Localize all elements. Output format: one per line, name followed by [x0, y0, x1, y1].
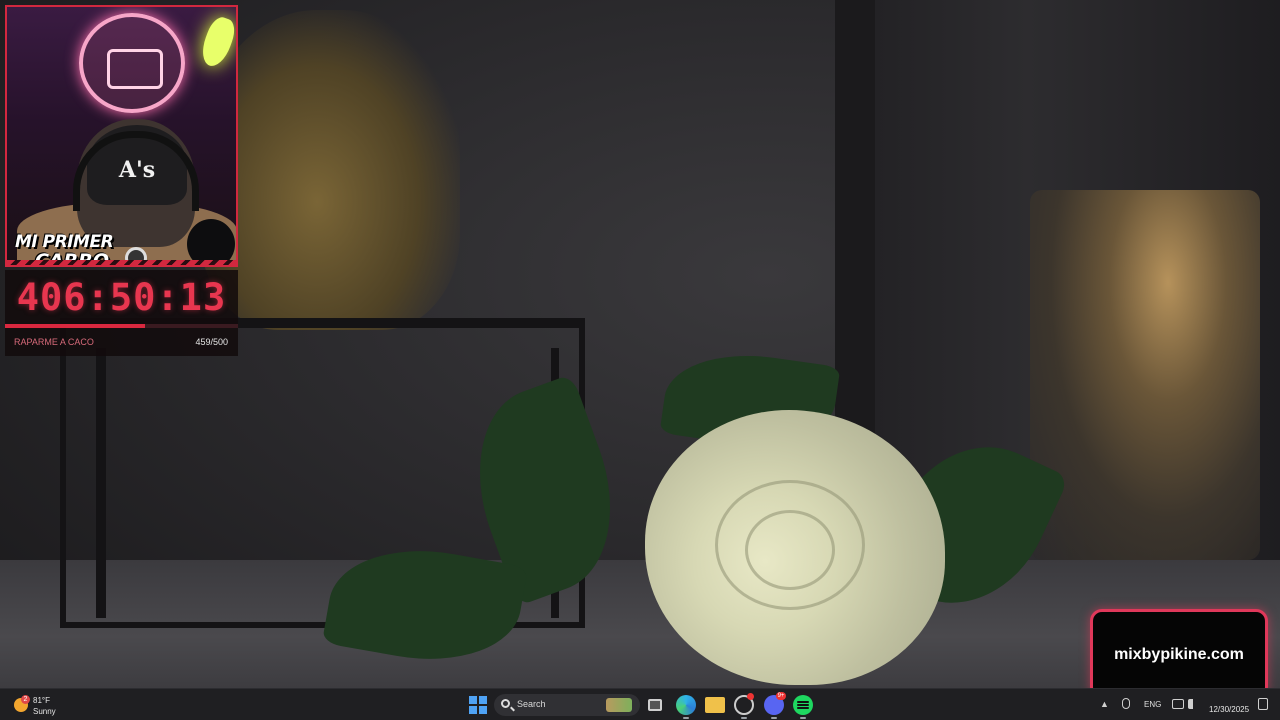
clock-date[interactable]: 12/30/2025 [1209, 705, 1249, 714]
language-indicator[interactable]: ENG [1144, 700, 1161, 709]
weather-temperature: 81°F [33, 696, 50, 705]
edge-active-indicator [683, 717, 689, 719]
start-icon[interactable] [468, 695, 488, 715]
search-icon [501, 699, 510, 708]
wallpaper-window-frame [835, 0, 875, 470]
discord-badge: 9+ [776, 692, 786, 700]
discord-active-indicator [771, 717, 777, 719]
subathon-timer-panel: 406:50:13 RAPARME A CACO 459/500 [5, 270, 238, 356]
search-label: Search [517, 699, 546, 709]
weather-condition: Sunny [33, 707, 56, 716]
folder-icon[interactable] [705, 697, 725, 713]
goal-progress-track [5, 324, 238, 328]
neon-yellow-sign [197, 14, 236, 70]
hazard-stripe [7, 260, 236, 265]
promo-text: mixbypikine.com [1114, 646, 1244, 663]
subathon-timer: 406:50:13 [16, 276, 227, 319]
wallpaper-statue [200, 10, 460, 330]
wallpaper-candle [1030, 190, 1260, 560]
search-highlight-icon [606, 698, 632, 712]
chat-active-indicator [741, 717, 747, 719]
spotify-active-indicator [800, 717, 806, 719]
goal-label: RAPARME A CACO [14, 337, 94, 347]
neon-face-sign [79, 13, 185, 113]
microphone-tray-icon[interactable] [1122, 698, 1130, 709]
notification-icon[interactable] [1258, 698, 1268, 710]
tray-chevron-up-icon[interactable]: ▲ [1100, 699, 1109, 709]
volume-icon[interactable] [1188, 699, 1199, 709]
goal-progress-fill [5, 324, 145, 328]
edge-icon[interactable] [676, 695, 696, 715]
search-input[interactable]: Search [494, 694, 640, 716]
promo-banner: mixbypikine.com [1090, 609, 1268, 699]
taskview-icon[interactable] [648, 699, 662, 711]
network-icon[interactable] [1172, 699, 1184, 709]
weather-widget[interactable]: 2 81°F Sunny [12, 693, 82, 717]
spotify-icon[interactable] [793, 695, 813, 715]
taskbar: 2 81°F Sunny Search 9+ ▲ ENG 12/30/2025 [0, 688, 1280, 720]
webcam-overlay: A's MI PRIMER CARRO [5, 5, 238, 267]
chat-notification-badge [747, 693, 754, 700]
weather-badge: 2 [21, 695, 30, 704]
goal-count: 459/500 [195, 337, 228, 347]
